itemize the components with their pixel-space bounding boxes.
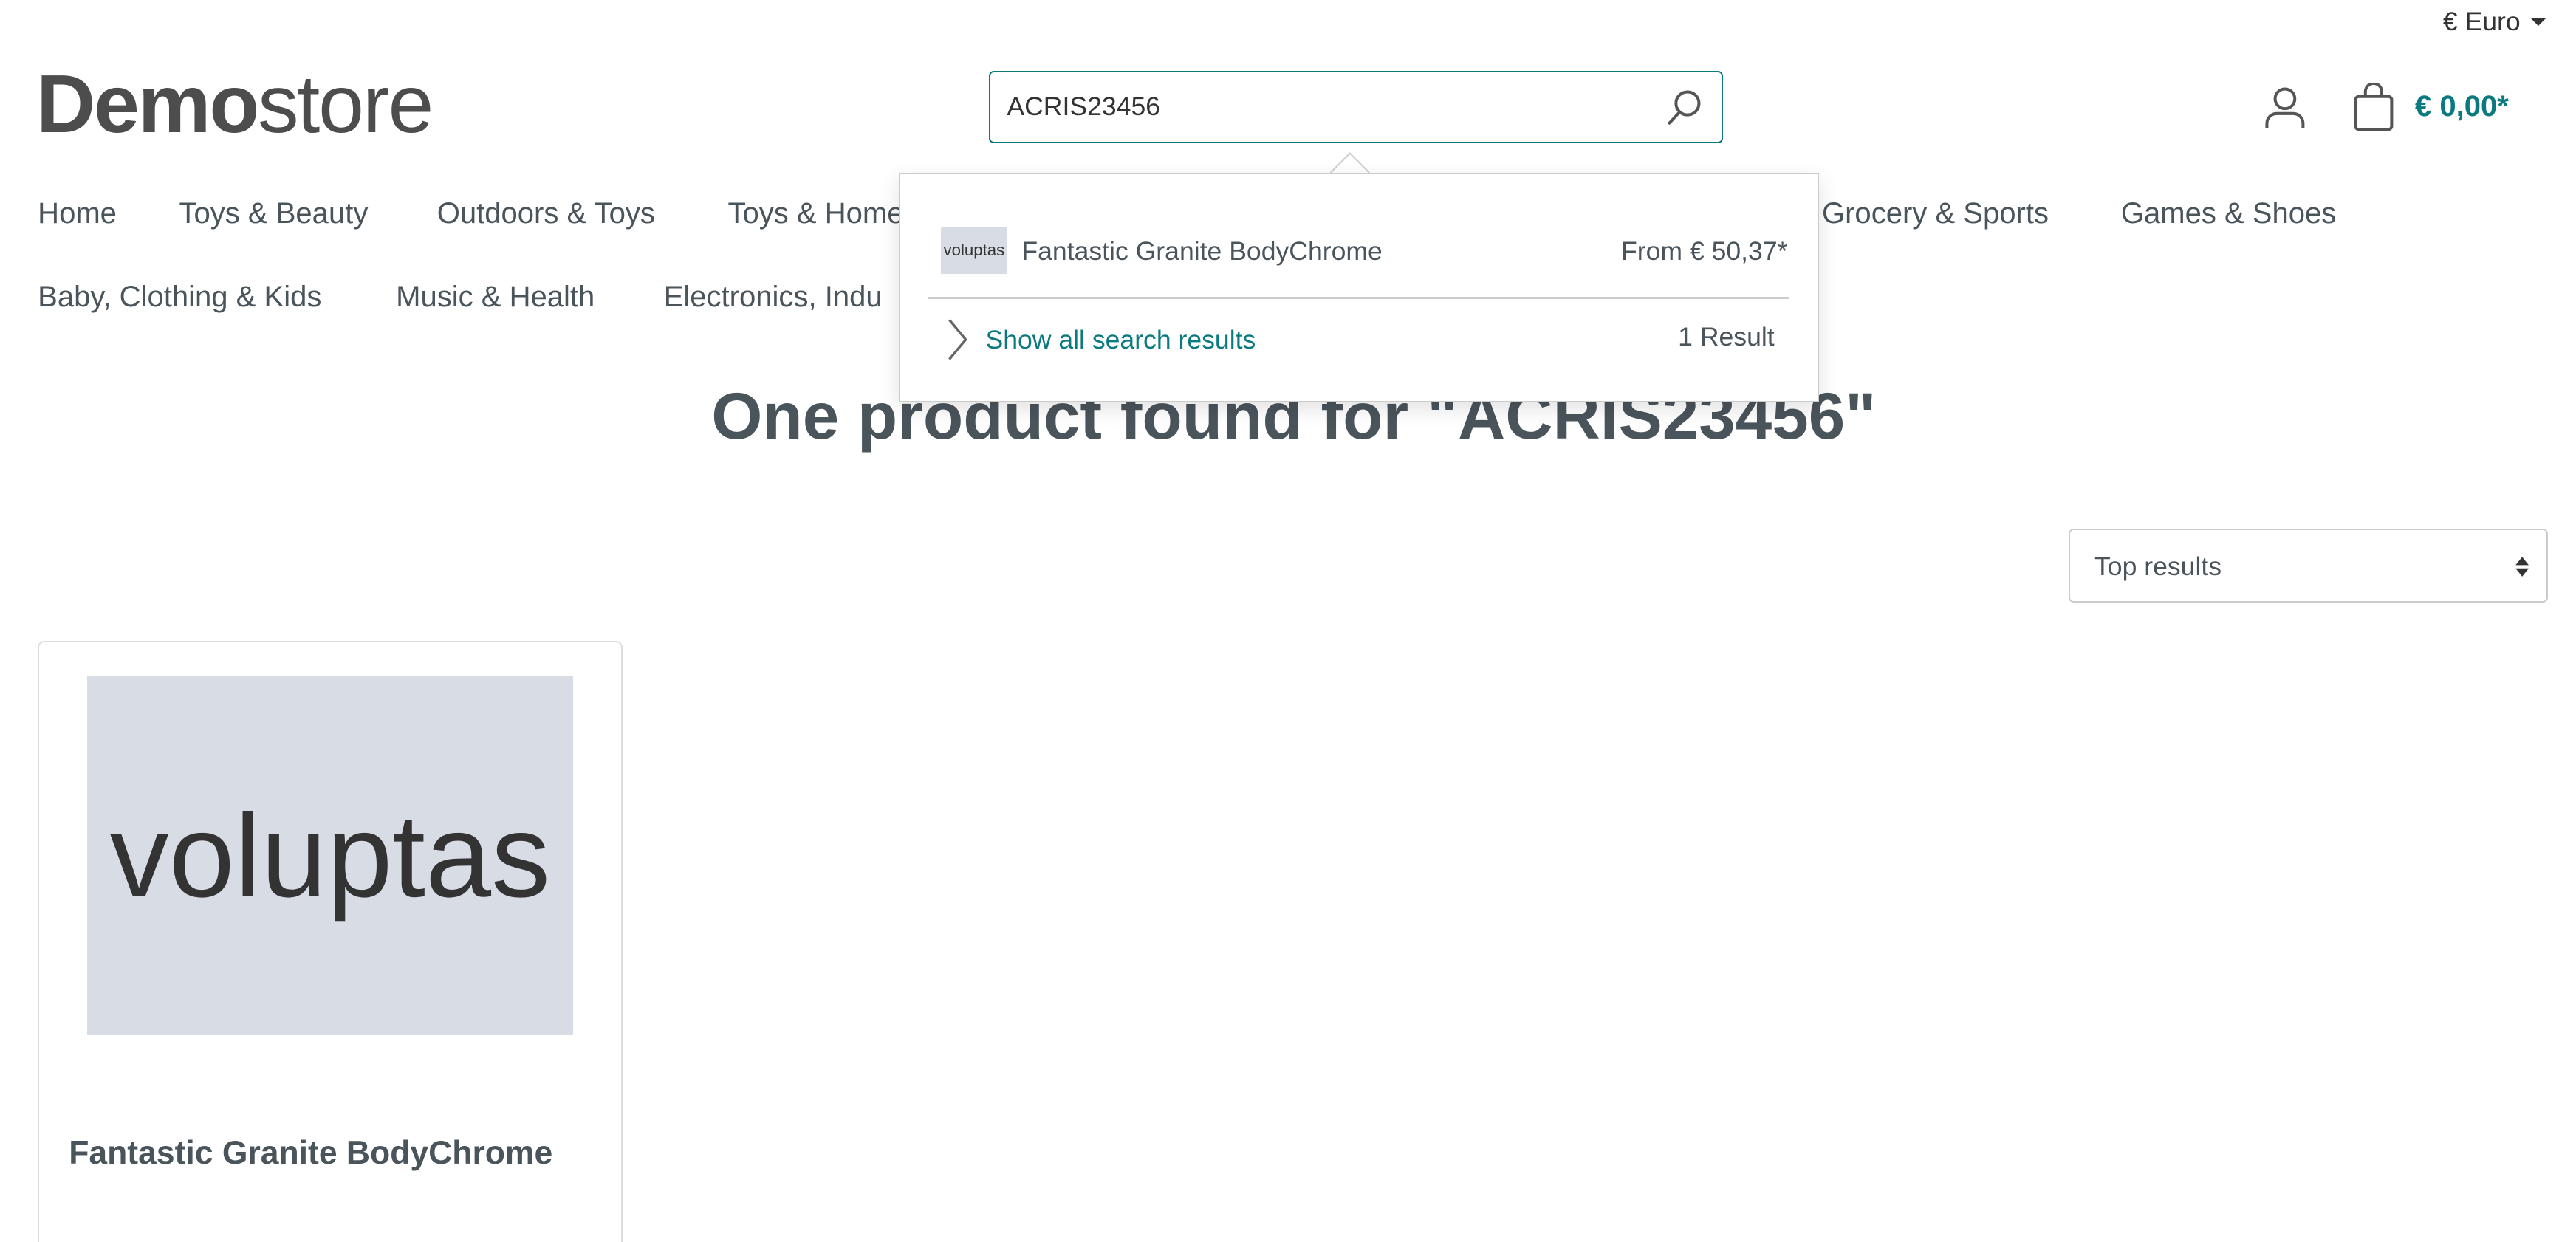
nav-music-health[interactable]: Music & Health [396,281,595,314]
cart-total[interactable]: € 0,00* [2415,90,2509,123]
nav-toys-beauty[interactable]: Toys & Beauty [179,197,368,230]
result-count: 1 Result [1678,321,1775,351]
search-box [989,70,1724,143]
chevron-right-icon [948,319,967,360]
search-icon[interactable] [1666,89,1702,128]
page: € Euro Demostore € 0,00* Home Toys & Bea… [0,0,2576,1242]
show-all-results-link[interactable]: Show all search results [985,325,1256,355]
suggest-product-price: From € 50,37* [1621,236,1788,267]
logo[interactable]: Demostore [35,56,434,151]
caret-down-icon [2529,17,2546,26]
currency-dropdown[interactable]: € Euro [2443,7,2546,37]
search-input[interactable] [1007,92,1631,123]
sort-arrows-icon [2515,556,2529,577]
nav-electronics[interactable]: Electronics, Indu [664,281,883,314]
nav-home[interactable]: Home [38,197,117,230]
nav-games-shoes[interactable]: Games & Shoes [2121,197,2336,230]
nav-grocery-sports[interactable]: Grocery & Sports [1822,197,2049,230]
nav-baby-clothing-kids[interactable]: Baby, Clothing & Kids [38,281,321,314]
product-name[interactable]: Fantastic Granite BodyChrome [69,1135,552,1172]
logo-light: store [258,57,434,150]
currency-label: € Euro [2442,6,2521,36]
search-suggest-dropdown: voluptas Fantastic Granite BodyChrome Fr… [898,172,1819,402]
product-image[interactable]: voluptas [86,676,574,1035]
sort-value: Top results [2094,552,2222,582]
suggest-product-name[interactable]: Fantastic Granite BodyChrome [1021,236,1382,267]
nav-outdoors-toys[interactable]: Outdoors & Toys [437,197,655,230]
product-card[interactable]: voluptas Fantastic Granite BodyChrome [38,640,623,1242]
logo-bold: Demo [35,57,259,150]
nav-toys-home[interactable]: Toys & Home [727,197,903,230]
suggest-thumbnail[interactable]: voluptas [941,226,1007,275]
cart-icon[interactable] [2352,83,2395,133]
sort-select[interactable]: Top results [2068,529,2549,603]
divider [928,297,1789,299]
account-icon[interactable] [2264,86,2306,131]
